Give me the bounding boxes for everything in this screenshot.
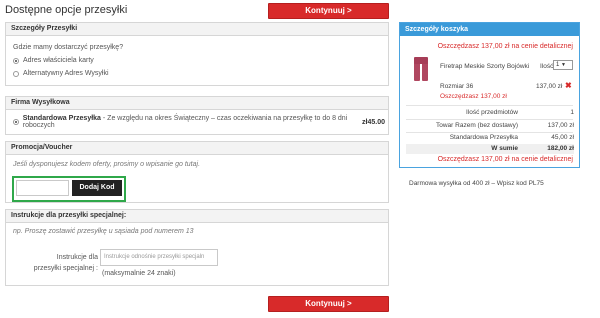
product-name[interactable]: Firetrap Meskie Szorty Bojówki: [440, 63, 529, 70]
instructions-panel: Instrukcje dla przesyłki specjalnej: np.…: [5, 209, 389, 286]
radio-icon[interactable]: [13, 57, 19, 64]
cart-panel: Szczegóły koszyka Oszczędzasz 137,00 zł …: [399, 22, 580, 168]
chevron-down-icon: ▼: [561, 62, 566, 68]
summary-row: Ilość przedmiotów 1: [406, 109, 574, 116]
total-label: W sumie: [491, 145, 518, 152]
instructions-hint: np. Proszę zostawić przesyłkę u sąsiada …: [13, 228, 194, 235]
shipping-company-heading: Firma Wysyłkowa: [6, 97, 388, 110]
product-saving: Oszczędzasz 137,00 zł: [440, 93, 507, 100]
continue-button-bottom[interactable]: Kontynuuj >: [268, 296, 389, 312]
cart-heading: Szczegóły koszyka: [400, 23, 579, 36]
product-image[interactable]: [414, 57, 428, 81]
cart-saving-bottom: Oszczędzasz 137,00 zł na cenie detaliczn…: [437, 156, 573, 163]
divider: [406, 105, 573, 106]
radio-icon[interactable]: [13, 70, 19, 77]
instructions-max-note: (maksymalnie 24 znaki): [102, 270, 176, 277]
address-option-label: Adres właściciela karty: [23, 57, 94, 64]
promo-hint: Jeśli dysponujesz kodem oferty, prosimy …: [13, 161, 201, 168]
shipping-company-panel: Firma Wysyłkowa Standardowa Przesyłka - …: [5, 96, 389, 135]
continue-button-top[interactable]: Kontynuuj >: [268, 3, 389, 19]
summary-label: Standardowa Przesyłka: [449, 134, 518, 141]
promo-heading: Promocja/Voucher: [6, 142, 388, 155]
product-size: Rozmiar 36: [440, 83, 474, 90]
summary-label: Towar Razem (bez dostawy): [436, 122, 518, 129]
summary-value: 137,00 zł: [547, 122, 574, 129]
address-option-cardholder[interactable]: Adres właściciela karty: [13, 57, 94, 64]
divider: [406, 119, 573, 120]
summary-label: Ilość przedmiotów: [465, 109, 518, 116]
product-price: 137,00 zł: [536, 83, 563, 90]
delivery-question: Gdzie mamy dostarczyć przesyłkę?: [13, 44, 124, 51]
shipping-method-price: zł45.00: [362, 118, 385, 126]
summary-row: Standardowa Przesyłka 45,00 zł: [406, 134, 574, 141]
quantity-label: Ilość: [540, 63, 554, 70]
radio-icon[interactable]: [13, 119, 19, 125]
summary-total-row: W sumie 182,00 zł: [406, 144, 574, 154]
divider: [406, 132, 573, 133]
close-icon[interactable]: ✖: [565, 82, 572, 90]
cart-saving-top: Oszczędzasz 137,00 zł na cenie detaliczn…: [437, 43, 573, 50]
summary-value: 45,00 zł: [551, 134, 574, 141]
shipping-method-name: Standardowa Przesyłka: [22, 115, 101, 122]
page-title: Dostępne opcje przesyłki: [5, 4, 128, 16]
free-shipping-note: Darmowa wysyłka od 400 zł – Wpisz kod PL…: [409, 180, 544, 187]
instructions-heading: Instrukcje dla przesyłki specjalnej:: [6, 210, 388, 223]
address-option-label: Alternatywny Adres Wysyłki: [23, 70, 109, 77]
shipping-details-panel: Szczegóły Przesyłki Gdzie mamy dostarczy…: [5, 22, 389, 86]
instructions-label: Instrukcje dla przesyłki specjalnej :: [33, 254, 98, 272]
address-option-alternative[interactable]: Alternatywny Adres Wysyłki: [13, 70, 109, 77]
quantity-select[interactable]: 1 ▼: [553, 60, 573, 70]
promo-code-input[interactable]: [16, 180, 69, 196]
summary-value: 1: [570, 109, 574, 116]
shipping-method-option[interactable]: Standardowa Przesyłka - Ze względu na ok…: [13, 115, 385, 129]
add-code-button[interactable]: Dodaj Kod: [72, 180, 122, 196]
quantity-value: 1: [556, 62, 560, 68]
total-value: 182,00 zł: [547, 145, 574, 152]
instructions-input[interactable]: Instrukcje odnośnie przesyłki specjaln: [100, 249, 218, 266]
shipping-details-heading: Szczegóły Przesyłki: [6, 23, 388, 36]
summary-row: Towar Razem (bez dostawy) 137,00 zł: [406, 122, 574, 129]
